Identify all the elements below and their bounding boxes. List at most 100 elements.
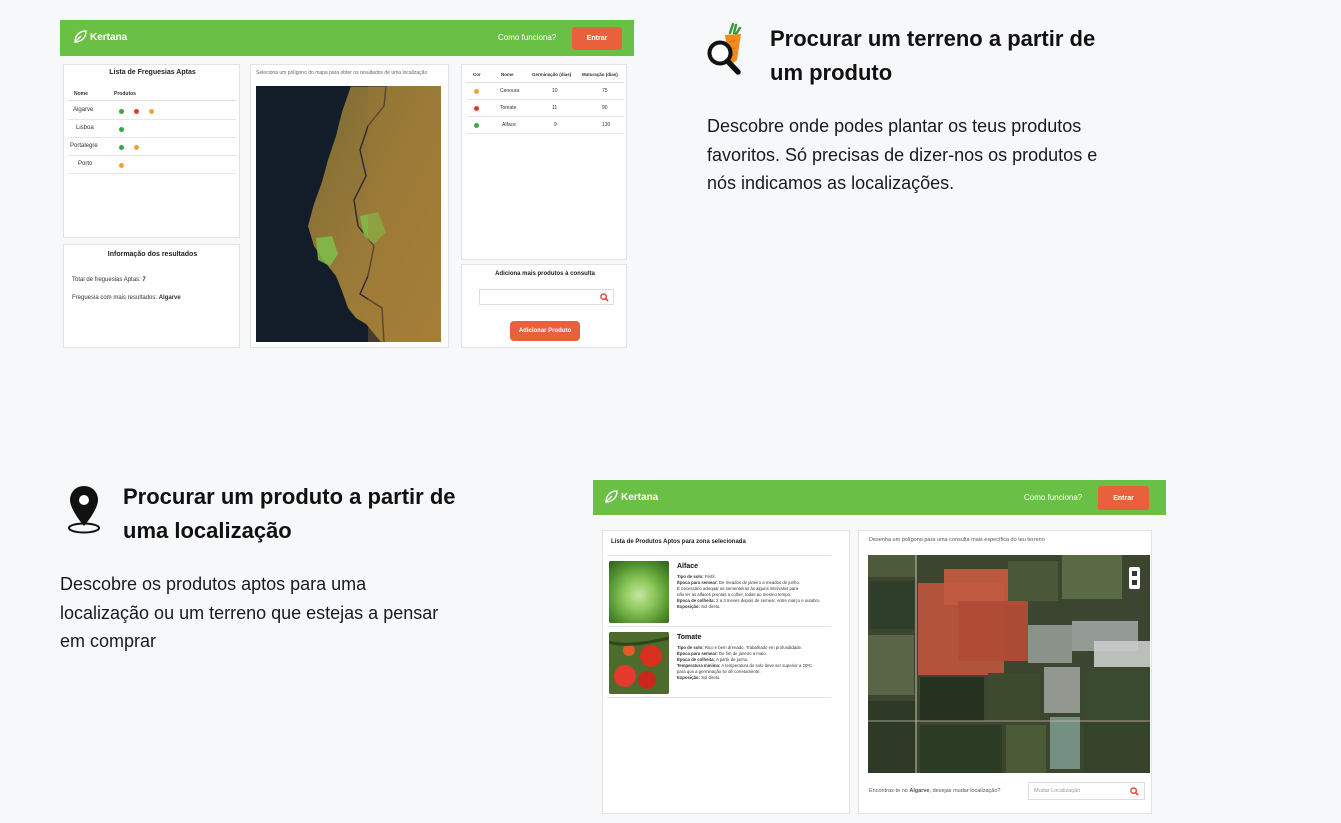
product-list-item[interactable]: Tomate Tipo de solo: Rico e bem drenado.… — [607, 630, 831, 698]
feature-terrain-title-line2: um produto — [770, 60, 893, 85]
col-name: Nome — [74, 91, 88, 97]
login-button[interactable]: Entrar — [1098, 486, 1149, 510]
results-total: Total de freguesias Aptas: 7 — [72, 277, 146, 283]
login-button[interactable]: Entrar — [572, 27, 622, 50]
add-product-panel: Adiciona mais produtos à consulta Adicio… — [461, 264, 627, 348]
product-search-input[interactable] — [479, 289, 614, 305]
feature-terrain-title-line1: Procurar um terreno a partir de — [770, 26, 1096, 51]
map-panel: Seleciona um polígono do mapa para obter… — [250, 64, 449, 348]
add-product-button[interactable]: Adicionar Produto — [510, 321, 580, 341]
mock-screenshot-terrain: Kertana Como funciona? Entrar Lista de F… — [60, 20, 634, 352]
location-suffix: , desejas mudar localização? — [929, 788, 1001, 794]
apt-products-panel: Lista de Produtos Aptos para zona seleci… — [602, 530, 850, 814]
feature-product-desc-line1: Descobre os produtos aptos para uma — [60, 574, 367, 594]
parish-list-header: Nome Produtos — [68, 89, 236, 101]
portugal-satellite-map[interactable] — [256, 86, 441, 342]
product-dot — [134, 109, 139, 114]
parish-row[interactable]: Portalegre — [68, 139, 236, 156]
parish-list-title: Lista de Freguesias Aptas — [109, 69, 196, 76]
draw-polygon-icon[interactable] — [1132, 571, 1137, 576]
location-name: Algarve — [909, 788, 930, 794]
current-location-text: Encontras-te no Algarve, desejas mudar l… — [869, 788, 1000, 794]
product-germination: 10 — [552, 88, 558, 94]
parish-name: Portalegre — [70, 143, 98, 149]
product-list-item[interactable]: Alface Tipo de solo: Fértil. Época para … — [607, 559, 831, 627]
app-header: Kertana Como funciona? Entrar — [60, 20, 634, 56]
feature-terrain-desc-line3: nós indicamos as localizações. — [707, 173, 955, 193]
product-name: Tomate — [677, 634, 702, 641]
results-total-value: 7 — [142, 277, 146, 283]
feature-product-description: Descobre os produtos aptos para uma loca… — [60, 570, 438, 656]
search-icon[interactable] — [600, 293, 609, 302]
parish-row[interactable]: Algarve — [68, 103, 236, 120]
draw-rectangle-icon[interactable] — [1132, 580, 1137, 585]
brand-logo[interactable]: Kertana — [72, 29, 127, 45]
product-details: Tipo de solo: Rico e bem drenado. Trabal… — [677, 645, 813, 680]
change-location-input[interactable]: Mudar Localização — [1028, 782, 1145, 800]
product-row[interactable]: Cenoura 10 75 — [466, 84, 624, 100]
col-products: Produtos — [114, 91, 136, 97]
feature-terrain-description: Descobre onde podes plantar os teus prod… — [707, 112, 1097, 198]
product-color — [474, 106, 479, 111]
product-color — [474, 123, 479, 128]
product-name: Cenoura — [500, 88, 520, 94]
product-dot — [149, 109, 154, 114]
brand-name: Kertana — [621, 491, 659, 503]
search-icon[interactable] — [1130, 787, 1139, 796]
apt-products-title: Lista de Produtos Aptos para zona seleci… — [611, 539, 746, 545]
product-dot — [119, 127, 124, 132]
product-row[interactable]: Alface 9 130 — [466, 118, 624, 134]
terrain-satellite-map[interactable] — [868, 555, 1150, 773]
map-caption: Seleciona um polígono do mapa para obter… — [256, 70, 428, 76]
parish-row[interactable]: Lisboa — [68, 121, 236, 138]
draw-tools-control[interactable] — [1129, 567, 1140, 589]
parish-list-panel: Lista de Freguesias Aptas Nome Produtos … — [63, 64, 240, 238]
feature-terrain-desc-line1: Descobre onde podes plantar os teus prod… — [707, 116, 1082, 136]
product-dot — [119, 163, 124, 168]
feature-product-title-line1: Procurar um produto a partir de — [123, 484, 456, 509]
product-row[interactable]: Tomate 11 90 — [466, 101, 624, 117]
results-best: Freguesia com mais resultados: Algarve — [72, 295, 181, 301]
map-caption: Desenha um polígono para uma consulta ma… — [869, 537, 1045, 543]
feature-product-title-line2: uma localização — [123, 518, 292, 543]
product-maturation: 130 — [602, 122, 611, 128]
add-product-title: Adiciona mais produtos à consulta — [495, 271, 595, 277]
location-prefix: Encontras-te no — [869, 788, 908, 794]
product-dot — [134, 145, 139, 150]
product-germination: 11 — [552, 105, 558, 111]
products-table-header: Cor Nome Germinação (dias) Maturação (di… — [466, 69, 624, 83]
search-carrot-icon — [707, 22, 742, 75]
brand-logo[interactable]: Kertana — [603, 489, 658, 505]
feature-product-title: Procurar um produto a partir de uma loca… — [123, 480, 456, 548]
how-it-works-link[interactable]: Como funciona? — [1024, 493, 1082, 502]
parish-name: Lisboa — [76, 125, 94, 131]
map-graphic — [868, 555, 1150, 773]
how-it-works-link[interactable]: Como funciona? — [498, 33, 556, 42]
product-name: Tomate — [500, 105, 517, 111]
product-germination: 9 — [554, 122, 557, 128]
col-maturation: Maturação (dias) — [582, 72, 618, 77]
parish-row[interactable]: Porto — [68, 157, 236, 174]
feature-terrain-title: Procurar um terreno a partir de um produ… — [770, 22, 1095, 90]
product-maturation: 90 — [602, 105, 608, 111]
parish-name: Algarve — [73, 107, 94, 113]
col-name: Nome — [501, 72, 514, 77]
product-maturation: 75 — [602, 88, 608, 94]
tomato-graphic — [609, 632, 669, 694]
feature-product-desc-line3: em comprar — [60, 631, 157, 651]
product-color — [474, 89, 479, 94]
feature-terrain-desc-line2: favoritos. Só precisas de dizer-nos os p… — [707, 144, 1098, 165]
leaf-icon — [74, 30, 87, 43]
col-color: Cor — [473, 72, 481, 77]
product-name: Alface — [677, 563, 699, 570]
lettuce-image — [609, 561, 669, 623]
tomato-image — [609, 632, 669, 694]
products-table-panel: Cor Nome Germinação (dias) Maturação (di… — [461, 64, 627, 260]
product-dot — [119, 109, 124, 114]
leaf-icon — [605, 490, 618, 503]
results-title: Informação dos resultados — [107, 251, 198, 258]
product-dot — [119, 145, 124, 150]
product-details: Tipo de solo: Fértil. Época para semear:… — [677, 574, 821, 609]
change-location-placeholder: Mudar Localização — [1034, 788, 1081, 794]
results-total-label: Total de freguesias Aptas: — [72, 277, 141, 283]
